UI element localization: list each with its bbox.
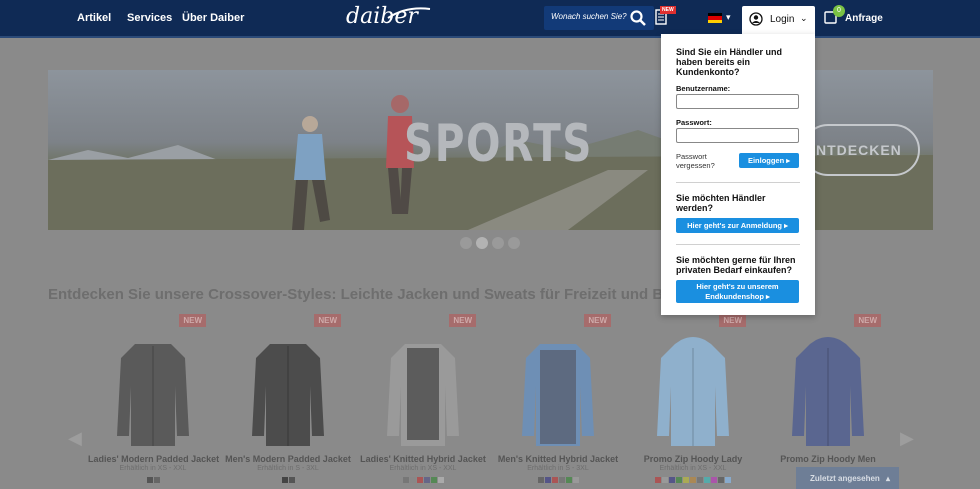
- search-field[interactable]: Wonach suchen Sie?: [544, 6, 654, 30]
- new-badge: NEW: [584, 314, 611, 327]
- password-label: Passwort:: [676, 118, 712, 127]
- login-submit-label: Einloggen: [747, 156, 785, 165]
- forgot-password-link[interactable]: Passwort vergessen?: [676, 152, 724, 170]
- divider: [676, 244, 800, 245]
- chevron-up-icon: ▴: [886, 474, 891, 483]
- carousel-next-arrow-icon[interactable]: ▶: [900, 428, 914, 449]
- nav-artikel[interactable]: Artikel: [77, 12, 111, 24]
- username-field[interactable]: [676, 94, 799, 109]
- product-card[interactable]: NEW Promo Zip Hoody Lady Erhältlich in X…: [628, 314, 758, 489]
- jacket-image: [117, 344, 189, 446]
- login-button[interactable]: Login ⌄: [742, 6, 815, 34]
- product-name[interactable]: Men's Knitted Hybrid Jacket: [493, 454, 623, 464]
- become-dealer-heading: Sie möchten Händler werden?: [676, 193, 766, 213]
- color-swatches[interactable]: [628, 477, 758, 483]
- product-card[interactable]: NEW Men's Modern Padded Jacket Erhältlic…: [223, 314, 353, 489]
- search-input[interactable]: Wonach suchen Sie?: [551, 12, 627, 21]
- product-name[interactable]: Promo Zip Hoody Men: [763, 454, 893, 464]
- product-card[interactable]: NEW Promo Zip Hoody Men: [763, 314, 893, 489]
- color-swatches[interactable]: [223, 477, 353, 483]
- login-label: Login: [770, 14, 795, 25]
- anfrage-link[interactable]: Anfrage: [845, 13, 883, 24]
- hero-headline: SPORTS: [404, 114, 594, 174]
- carousel-dot-3[interactable]: [492, 237, 504, 249]
- dealer-login-heading: Sind Sie ein Händler und haben bereits e…: [676, 47, 783, 77]
- carousel-prev-arrow-icon[interactable]: ◀: [68, 428, 82, 449]
- new-badge: NEW: [314, 314, 341, 327]
- username-label: Benutzername:: [676, 84, 731, 93]
- product-sizes: Erhältlich in XS - XXL: [659, 465, 727, 472]
- login-dropdown: Sind Sie ein Händler und haben bereits e…: [661, 34, 815, 315]
- product-name[interactable]: Ladies' Modern Padded Jacket: [88, 454, 219, 464]
- recently-viewed-tab[interactable]: Zuletzt angesehen ▴: [796, 467, 899, 489]
- login-submit-button[interactable]: Einloggen ▸: [739, 153, 799, 168]
- carousel-dot-2[interactable]: [476, 237, 488, 249]
- new-badge: NEW: [179, 314, 206, 327]
- jacket-image: [522, 344, 594, 446]
- register-button[interactable]: Hier geht's zur Anmeldung ▸: [676, 218, 799, 233]
- jacket-image: [252, 344, 324, 446]
- new-badge: NEW: [449, 314, 476, 327]
- user-icon: [749, 12, 763, 26]
- private-customer-heading: Sie möchten gerne für Ihren privaten Bed…: [676, 255, 796, 275]
- product-sizes: Erhältlich in XS - XXL: [389, 465, 457, 472]
- new-badge: NEW: [854, 314, 881, 327]
- section-title: Entdecken Sie unsere Crossover-Styles: L…: [48, 286, 692, 303]
- language-chevron-down-icon[interactable]: ▾: [726, 12, 731, 23]
- color-swatches[interactable]: [358, 477, 488, 483]
- carousel-dot-4[interactable]: [508, 237, 520, 249]
- german-flag-icon[interactable]: [708, 13, 722, 23]
- vest-image: [387, 344, 459, 446]
- product-sizes: Erhältlich in XS - XXL: [119, 465, 187, 472]
- color-swatches[interactable]: [88, 477, 218, 483]
- password-field[interactable]: [676, 128, 799, 143]
- hoody-image: [657, 337, 729, 446]
- nav-services[interactable]: Services: [127, 12, 172, 24]
- register-label: Hier geht's zur Anmeldung: [687, 221, 782, 230]
- product-name[interactable]: Ladies' Knitted Hybrid Jacket: [358, 454, 488, 464]
- product-sizes: Erhältlich in S - 3XL: [527, 465, 589, 472]
- carousel-dot-1[interactable]: [460, 237, 472, 249]
- search-icon[interactable]: [630, 10, 646, 26]
- hoody-image: [792, 337, 864, 446]
- logo-swoosh-icon: [387, 7, 431, 19]
- product-card[interactable]: NEW Ladies' Modern Padded Jacket Erhältl…: [88, 314, 219, 489]
- recently-viewed-label: Zuletzt angesehen: [810, 474, 880, 483]
- divider: [676, 182, 800, 183]
- endcustomer-shop-button[interactable]: Hier geht's zu unserem Endkundenshop ▸: [676, 280, 799, 303]
- new-badge: NEW: [719, 314, 746, 327]
- endcustomer-shop-label: Hier geht's zu unserem Endkundenshop: [696, 282, 779, 301]
- color-swatches[interactable]: [493, 477, 623, 483]
- product-card[interactable]: NEW Ladies' Knitted Hybrid Jacket Erhält…: [358, 314, 488, 489]
- runner-man-figure: [292, 116, 330, 230]
- header-divider: [0, 36, 980, 38]
- chevron-down-icon: ⌄: [800, 13, 808, 23]
- request-count-badge: 0: [833, 5, 845, 17]
- product-name[interactable]: Promo Zip Hoody Lady: [628, 454, 758, 464]
- catalog-new-badge: NEW: [660, 6, 676, 14]
- hero-discover-button[interactable]: NTDECKEN: [802, 124, 920, 176]
- top-navigation-bar: Artikel Services Über Daiber daiber Wona…: [0, 0, 980, 36]
- product-name[interactable]: Men's Modern Padded Jacket: [223, 454, 353, 464]
- nav-ueber-daiber[interactable]: Über Daiber: [182, 12, 244, 24]
- product-sizes: Erhältlich in S - 3XL: [257, 465, 319, 472]
- product-card[interactable]: NEW Men's Knitted Hybrid Jacket Erhältli…: [493, 314, 623, 489]
